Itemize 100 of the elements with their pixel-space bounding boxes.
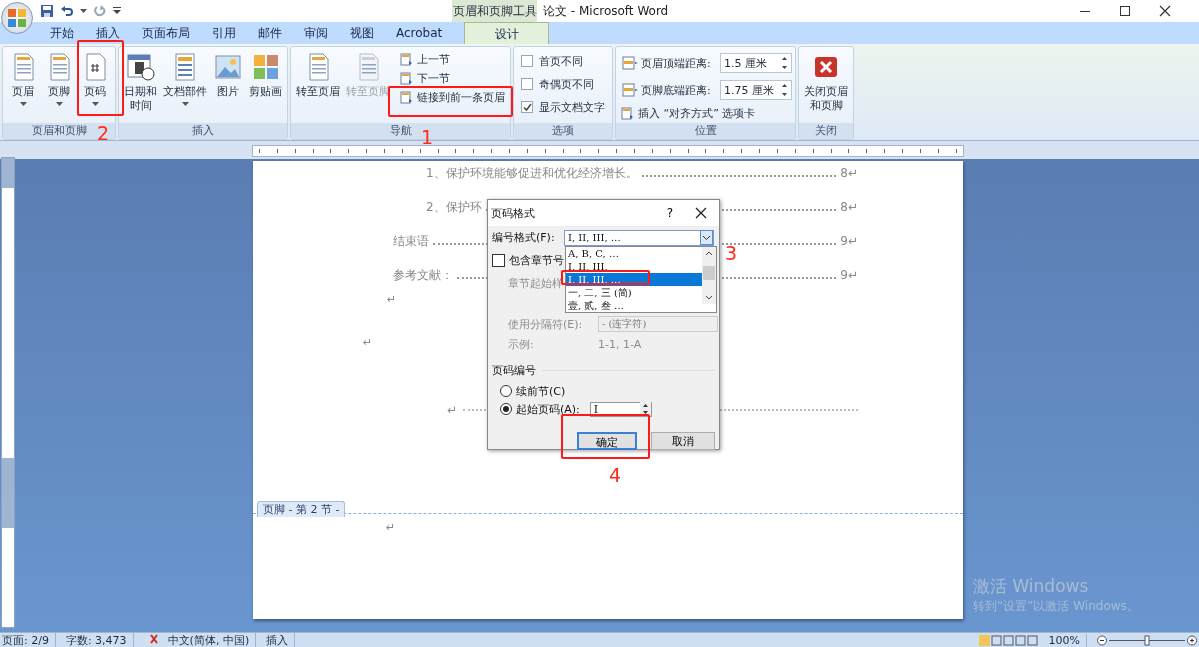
option-checkbox[interactable]: 首页不同 — [517, 52, 609, 70]
undo-icon[interactable] — [60, 4, 74, 18]
group-title: 关闭 — [799, 123, 853, 139]
option-checkbox[interactable]: 奇偶页不同 — [517, 75, 609, 93]
section-title: 页码编号 — [492, 363, 536, 378]
maximize-icon[interactable] — [1119, 5, 1131, 17]
ribbon-button[interactable]: 关闭页眉 和页脚 — [802, 50, 850, 115]
margin-icon — [622, 56, 638, 70]
paragraph-mark: ↵ — [386, 521, 396, 534]
step-number: 1 — [421, 128, 434, 147]
language-indicator[interactable]: 中文(简体, 中国) — [167, 632, 257, 647]
example-value: 1-1, 1-A — [598, 337, 642, 351]
spin-field[interactable]: 1.5 厘米 — [720, 53, 792, 73]
proofing-icon[interactable] — [143, 634, 158, 646]
toc-entry: 结束语 — [393, 233, 429, 250]
step-number: 4 — [609, 466, 622, 485]
caret-icon — [19, 102, 27, 106]
zoom-level[interactable]: 100% — [1048, 633, 1087, 647]
dialog-button[interactable]: 确定 — [577, 432, 637, 450]
window-title: 论文 - Microsoft Word — [543, 2, 669, 20]
page-number: 8↵ — [840, 166, 858, 180]
ribbon-button[interactable]: 图片 — [211, 50, 245, 101]
group-title: 位置 — [616, 123, 795, 139]
ribbon-button[interactable]: 日期和 时间 — [122, 50, 159, 115]
spin-field[interactable]: 1.75 厘米 — [720, 80, 792, 100]
ribbon-tab[interactable]: 引用 — [202, 22, 246, 44]
calendar-icon — [125, 52, 156, 82]
separator-dropdown[interactable]: - (连字符) — [598, 316, 718, 332]
page-number: 8↵ — [840, 200, 858, 214]
page-number: 9↵ — [840, 234, 858, 248]
ribbon-tab[interactable]: 插入 — [86, 22, 130, 44]
ribbon-tab[interactable]: 视图 — [340, 22, 384, 44]
word-count[interactable]: 字数: 3,473 — [65, 632, 134, 647]
help-button[interactable]: ? — [666, 206, 673, 220]
ribbon-tab[interactable]: 设计 — [464, 22, 550, 44]
caret-icon — [55, 102, 63, 106]
ribbon-button[interactable]: 文档部件 — [161, 50, 209, 108]
ribbon-button[interactable]: 转至页眉 — [294, 50, 342, 101]
paragraph-mark: ↵ — [363, 336, 373, 349]
ribbon-button[interactable]: 页脚 — [42, 50, 76, 108]
ribbon-tab[interactable]: 页面布局 — [132, 22, 200, 44]
caret-icon — [91, 102, 99, 106]
dialog-title: 页码格式 — [491, 205, 535, 221]
toc-entry: 2、保护环 — [426, 199, 482, 216]
field-label: 页眉顶端距离: — [641, 55, 712, 71]
margin-icon — [622, 83, 638, 97]
toc-entry: 1、保护环境能够促进和优化经济增长。 — [426, 165, 638, 182]
document-icon — [400, 52, 413, 66]
page-count[interactable]: 页面: 2/9 — [2, 632, 56, 647]
ribbon-tab[interactable]: 审阅 — [294, 22, 338, 44]
toc-entry: 参考文献： — [393, 267, 453, 284]
list-option[interactable]: 壹, 贰, 叁 … — [566, 299, 702, 312]
group-title: 选项 — [514, 123, 612, 139]
field-label: 章节起始样 — [508, 275, 563, 291]
radio-option[interactable]: 起始页码(A): I — [488, 400, 719, 418]
paragraph-mark: ↵ — [447, 403, 458, 417]
office-button[interactable] — [1, 2, 33, 34]
option-checkbox[interactable]: 显示文档文字 — [517, 98, 609, 116]
picture-icon — [213, 52, 243, 82]
format-dropdown[interactable]: I, II, III, … — [564, 229, 714, 246]
ribbon-button[interactable]: 剪贴画 — [247, 50, 284, 101]
ribbon-tab[interactable]: 开始 — [40, 22, 84, 44]
view-buttons-icon[interactable] — [978, 634, 1039, 646]
field-label: 示例: — [508, 336, 535, 352]
paragraph-mark: ↵ — [387, 293, 397, 306]
document-icon — [400, 71, 413, 85]
page-number: 9↵ — [840, 268, 858, 282]
context-tab-label: 页眉和页脚工具 — [452, 0, 537, 22]
list-option[interactable]: 一, 二, 三 (简) — [566, 286, 702, 299]
scrollbar[interactable] — [702, 247, 716, 304]
field-label: 页脚底端距离: — [641, 82, 712, 98]
ribbon-small-button[interactable]: 插入 “对齐方式” 选项卡 — [619, 106, 792, 120]
insert-mode[interactable]: 插入 — [266, 632, 296, 647]
include-chapter-checkbox[interactable]: 包含章节号 — [488, 249, 564, 272]
ribbon-small-button[interactable]: 下一节 — [398, 71, 507, 85]
ribbon-tab[interactable]: 邮件 — [248, 22, 292, 44]
save-icon[interactable] — [40, 4, 54, 18]
list-option[interactable]: A, B, C, … — [566, 247, 702, 260]
zoom-slider[interactable] — [1097, 634, 1197, 646]
document-icon — [400, 90, 413, 104]
step-number: 2 — [97, 124, 110, 143]
close-icon[interactable] — [1159, 5, 1171, 17]
caret-icon[interactable] — [80, 8, 87, 14]
ribbon-tab[interactable]: Acrobat — [386, 22, 453, 44]
ribbon-button[interactable]: 页眉 — [6, 50, 40, 108]
checkmark-icon — [522, 102, 532, 112]
dialog-button[interactable]: 取消 — [651, 432, 715, 450]
spin-arrows-icon[interactable] — [639, 402, 651, 416]
field-label: 使用分隔符(E): — [508, 317, 584, 332]
caret-icon — [181, 102, 189, 106]
field-label: 编号格式(F): — [492, 230, 556, 245]
ribbon-small-button[interactable]: 上一节 — [398, 52, 507, 66]
document-icon — [621, 106, 634, 120]
customize-caret-icon[interactable] — [113, 7, 121, 15]
spin-arrows-icon[interactable] — [781, 83, 788, 97]
radio-option[interactable]: 续前节(C) — [488, 382, 719, 400]
spin-arrows-icon[interactable] — [781, 56, 788, 70]
close-icon[interactable] — [695, 207, 707, 219]
ribbon-button[interactable]: 页码 — [78, 50, 112, 108]
group-title: 插入 — [119, 123, 287, 139]
